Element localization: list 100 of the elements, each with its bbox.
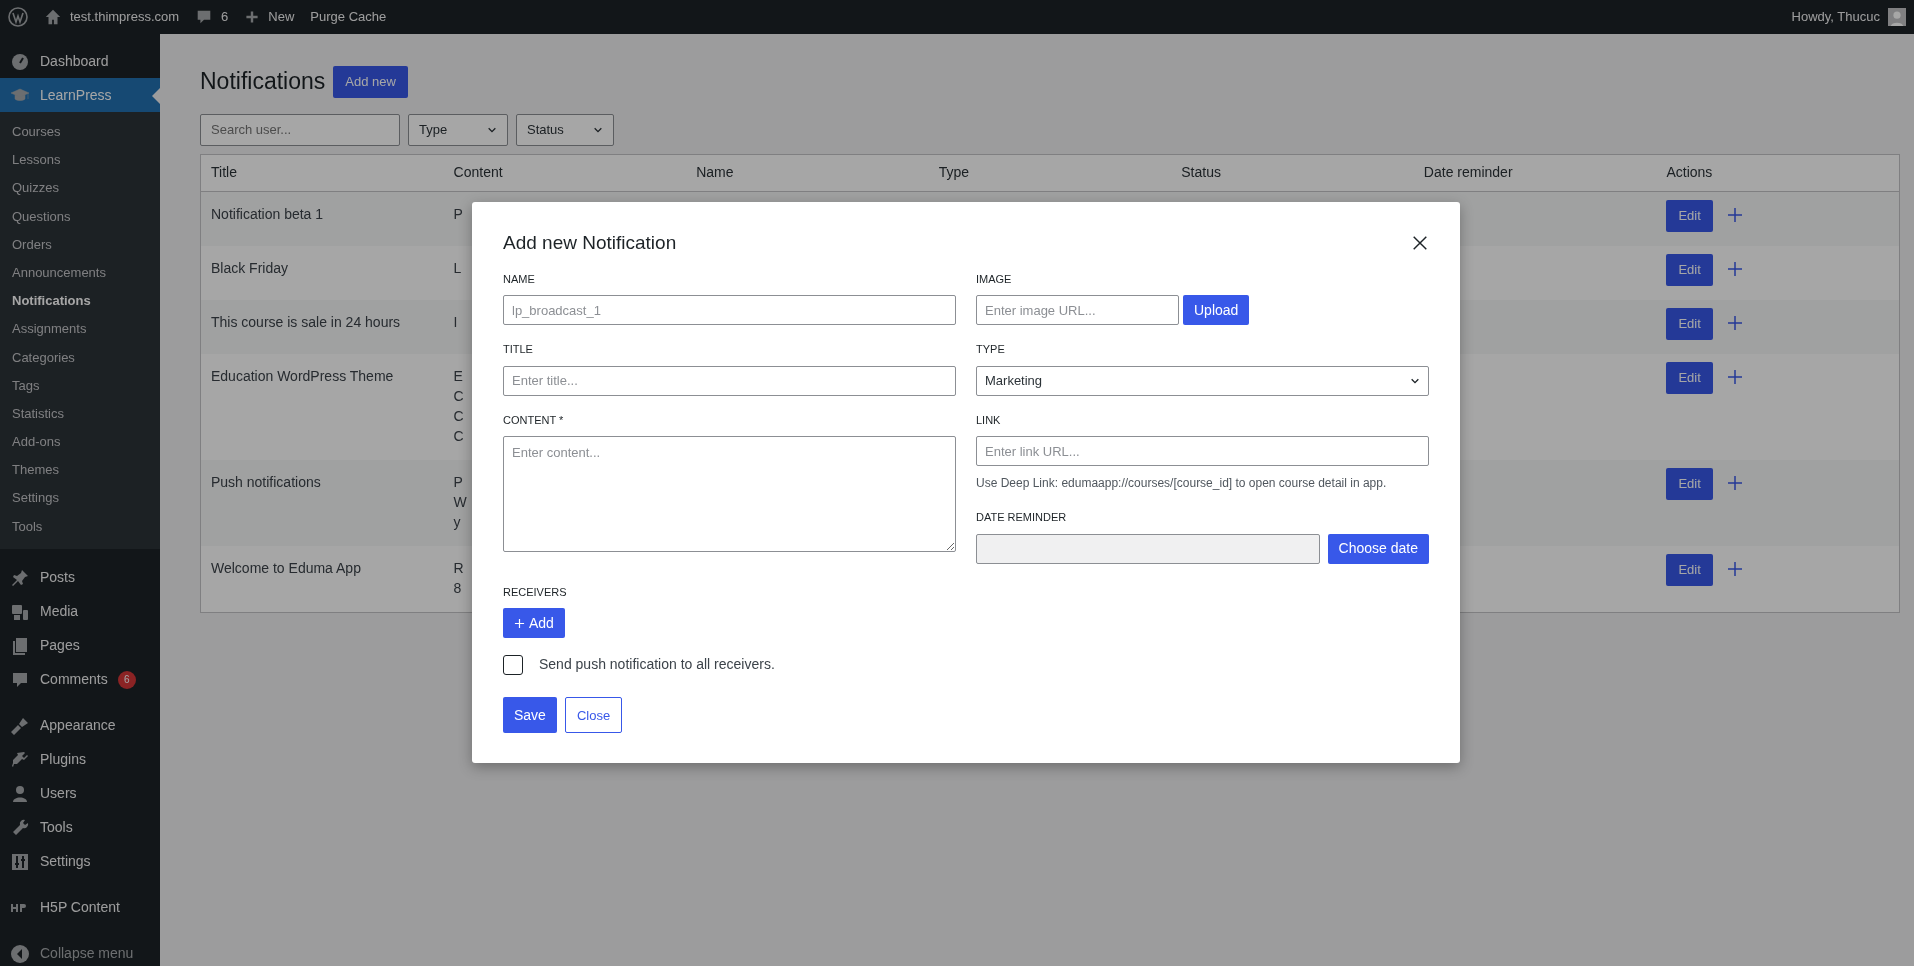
cell-text: C	[453, 407, 464, 424]
avatar-icon[interactable]	[1888, 8, 1906, 26]
sidebar-item[interactable]: H5P Content	[0, 890, 160, 925]
checkbox[interactable]	[503, 654, 523, 675]
submenu-item[interactable]: Announcements	[0, 258, 160, 288]
user-icon	[10, 783, 30, 804]
choose-date-button[interactable]: Choose date	[1327, 533, 1429, 564]
table-cell-text: Welcome to Eduma App	[210, 558, 362, 578]
plus-icon[interactable]	[1726, 260, 1743, 277]
add-new-button[interactable]: Add new	[333, 66, 408, 98]
edit-button[interactable]: Edit	[1666, 307, 1713, 340]
sidebar-item[interactable]: Media	[0, 594, 160, 629]
dashboard-icon	[10, 51, 30, 71]
submenu-item[interactable]: Settings	[0, 484, 160, 513]
sidebar-item[interactable]: Pages	[0, 628, 160, 663]
plus-icon[interactable]	[1726, 314, 1743, 331]
submenu-item[interactable]: Notifications	[0, 287, 160, 316]
sidebar-item[interactable]: Posts	[0, 560, 160, 595]
table-cell-text: Black Friday	[210, 258, 290, 278]
help-text: Use Deep Link: edumaapp://courses/[course_id] to open course detail in app.	[976, 475, 1387, 493]
cell-text: C	[453, 427, 464, 444]
image-url-field[interactable]: Enter image URL...	[976, 295, 1179, 326]
plus-icon[interactable]	[1726, 368, 1743, 385]
field-label: CONTENT *	[503, 412, 564, 428]
cell-text: C	[453, 387, 464, 404]
upload-button[interactable]: Upload	[1183, 295, 1250, 326]
brush-icon	[10, 715, 30, 736]
dialog-title: Add new Notification	[503, 232, 677, 255]
date-field[interactable]	[976, 533, 1320, 564]
submenu-item[interactable]: Tags	[0, 371, 160, 400]
plus-icon[interactable]	[1726, 474, 1743, 491]
search-field[interactable]: Search user...	[200, 113, 400, 146]
submenu-item[interactable]: Tools	[0, 512, 160, 541]
submenu-item[interactable]: Orders	[0, 230, 160, 259]
home-icon[interactable]	[44, 8, 62, 26]
sidebar-item[interactable]: Appearance	[0, 708, 160, 743]
sidebar-item[interactable]: Settings	[0, 844, 160, 879]
field-label: NAME	[503, 271, 535, 287]
column-header: Content	[452, 163, 504, 182]
column-header: Name	[695, 163, 735, 182]
checkbox-label: Send push notification to all receivers.	[539, 655, 775, 675]
title-field[interactable]: Enter title...	[503, 365, 956, 396]
submenu-item[interactable]: Add-ons	[0, 428, 160, 457]
submenu-item[interactable]: Themes	[0, 456, 160, 485]
edit-button[interactable]: Edit	[1666, 467, 1713, 500]
link-field[interactable]: Enter link URL...	[976, 436, 1429, 467]
pages-icon	[10, 635, 30, 656]
submenu-item[interactable]: Lessons	[0, 146, 160, 175]
cell-text: P	[453, 205, 463, 222]
save-button[interactable]: Save	[503, 697, 557, 734]
site-link[interactable]: test.thimpress.com	[70, 7, 180, 27]
column-header: Title	[210, 163, 238, 182]
field-label: LINK	[976, 412, 1001, 428]
edit-button[interactable]: Edit	[1666, 361, 1713, 394]
sidebar-item[interactable]: Comments 6	[0, 662, 160, 697]
content-textarea[interactable]: Enter content...	[503, 436, 956, 553]
submenu-item[interactable]: Statistics	[0, 399, 160, 429]
submenu-item[interactable]: Quizzes	[0, 174, 160, 203]
sidebar-item[interactable]: Users	[0, 776, 160, 811]
close-button[interactable]: Close	[564, 697, 623, 734]
new-link[interactable]: New	[268, 7, 295, 27]
select-field[interactable]: Marketing	[976, 365, 1429, 396]
cell-text: P	[453, 473, 463, 490]
field-label: RECEIVERS	[503, 584, 567, 600]
edit-button[interactable]: Edit	[1666, 253, 1713, 286]
plus-icon[interactable]	[1726, 206, 1743, 223]
submenu-item[interactable]: Categories	[0, 343, 160, 372]
filter-dropdown[interactable]: Status	[516, 113, 614, 146]
cell-text: W	[453, 493, 467, 510]
add-receiver-button[interactable]: Add	[503, 608, 565, 639]
cell-text: y	[453, 513, 461, 530]
field-label: IMAGE	[976, 271, 1012, 287]
name-field[interactable]: lp_broadcast_1	[503, 295, 956, 326]
close-icon[interactable]	[1411, 234, 1429, 253]
submenu-item[interactable]: Courses	[0, 118, 160, 147]
plus-icon[interactable]	[1726, 560, 1743, 577]
sidebar-item[interactable]: Plugins	[0, 742, 160, 777]
pin-icon	[10, 567, 30, 588]
column-header: Type	[937, 163, 971, 182]
column-header: Actions	[1665, 163, 1714, 182]
table-cell-text: Push notifications	[210, 472, 322, 492]
submenu-item[interactable]: Questions	[0, 202, 160, 231]
plus-icon[interactable]	[244, 9, 261, 25]
table-cell-text: Notification beta 1	[210, 204, 325, 224]
greeting[interactable]: Howdy, Thucuc	[1791, 7, 1880, 27]
wordpress-logo-icon[interactable]	[8, 7, 28, 27]
filter-dropdown[interactable]: Type	[408, 113, 508, 146]
sidebar-item[interactable]: Tools	[0, 810, 160, 845]
cell-text: 8	[453, 579, 462, 596]
cell-text: E	[453, 367, 463, 384]
cell-text: I	[453, 313, 458, 330]
plus-icon	[514, 617, 525, 629]
toolbar-link[interactable]: Purge Cache	[310, 7, 387, 27]
comment-count[interactable]: 6	[221, 7, 229, 27]
edit-button[interactable]: Edit	[1666, 199, 1713, 232]
submenu-item[interactable]: Assignments	[0, 315, 160, 344]
edit-button[interactable]: Edit	[1666, 553, 1713, 586]
collapse-menu[interactable]: Collapse menu	[0, 936, 160, 966]
sidebar-item[interactable]: Dashboard	[0, 44, 160, 78]
sidebar-item[interactable]: LearnPress	[0, 78, 160, 112]
